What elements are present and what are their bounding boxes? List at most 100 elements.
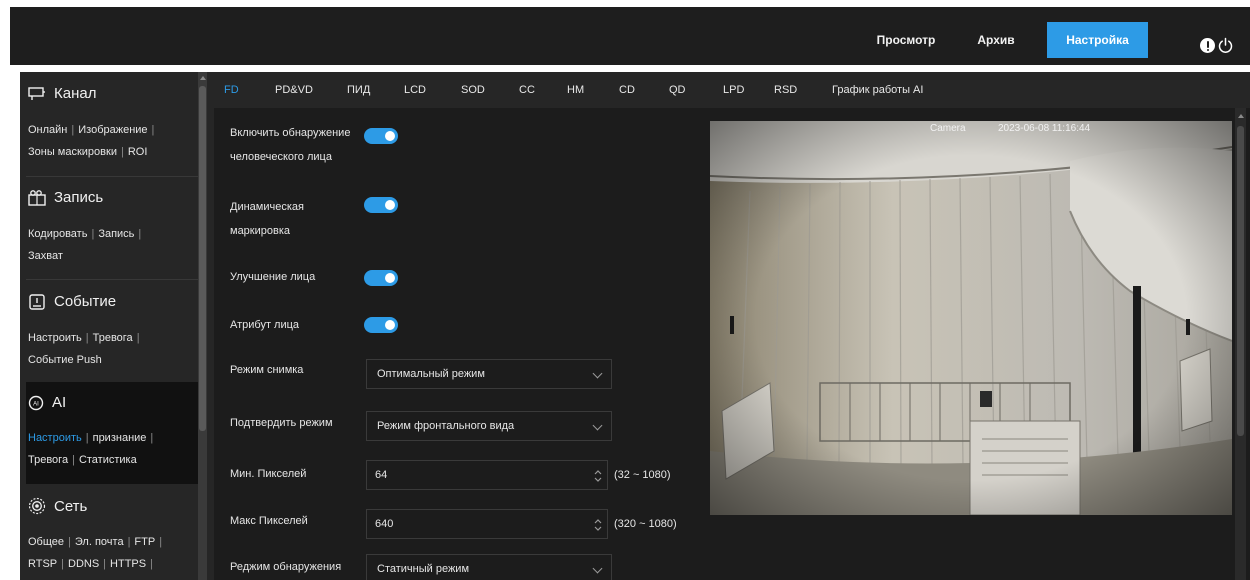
link-encode[interactable]: Кодировать <box>28 228 87 240</box>
alert-icon[interactable] <box>1200 38 1215 53</box>
tab-cd[interactable]: CD <box>619 84 635 96</box>
snap-mode-value: Оптимальный режим <box>377 368 485 380</box>
link-https[interactable]: HTTPS <box>110 558 146 570</box>
camera-image: Camera 2023-06-08 11:16:44 <box>710 121 1232 515</box>
osd-camera-name: Camera <box>930 123 966 134</box>
tab-pdvd[interactable]: PD&VD <box>275 84 313 96</box>
link-ddns[interactable]: DDNS <box>68 558 99 570</box>
sidebar-title-network[interactable]: Сеть <box>28 497 87 515</box>
dynamic-marking-toggle[interactable] <box>364 197 398 213</box>
channel-icon <box>28 86 45 100</box>
min-pixels-stepper-icon[interactable] <box>593 467 603 485</box>
tab-pid[interactable]: ПИД <box>347 84 370 96</box>
face-enhance-toggle[interactable] <box>364 270 398 286</box>
tab-ai-schedule[interactable]: График работы AI <box>832 84 923 96</box>
confirm-mode-select[interactable]: Режим фронтального вида <box>366 411 612 441</box>
link-record[interactable]: Запись <box>98 228 134 240</box>
confirm-mode-value: Режим фронтального вида <box>377 420 515 432</box>
link-ai-setup[interactable]: Настроить <box>28 432 82 444</box>
sidebar-title-record[interactable]: Запись <box>28 189 103 206</box>
sidebar-title-label: Канал <box>54 85 97 102</box>
face-attribute-label: Атрибут лица <box>230 319 300 331</box>
tab-hm[interactable]: HM <box>567 84 584 96</box>
tab-lpd[interactable]: LPD <box>723 84 744 96</box>
ai-icon: AI <box>28 395 44 410</box>
max-pixels-input[interactable]: 640 <box>366 509 608 539</box>
sidebar-links-event: Настроить | Тревога | Событие Push <box>28 332 140 366</box>
event-icon <box>29 293 45 310</box>
tab-qd[interactable]: QD <box>669 84 686 96</box>
tab-fd[interactable]: FD <box>224 84 239 96</box>
chevron-down-icon <box>592 563 603 574</box>
sidebar-scrollbar[interactable] <box>198 72 207 580</box>
network-icon <box>28 497 46 515</box>
link-email[interactable]: Эл. почта <box>75 536 124 548</box>
record-icon <box>28 189 46 206</box>
power-icon[interactable] <box>1217 37 1234 54</box>
min-pixels-range: (32 ~ 1080) <box>614 469 671 481</box>
link-ai-statistics[interactable]: Статистика <box>79 454 137 466</box>
link-online[interactable]: Онлайн <box>28 124 67 136</box>
camera-preview[interactable]: Camera 2023-06-08 11:16:44 <box>710 121 1232 515</box>
sidebar-title-ai[interactable]: AI AI <box>28 394 66 411</box>
min-pixels-value: 64 <box>375 469 388 481</box>
detect-mode-value: Статичный режим <box>377 563 470 575</box>
link-general[interactable]: Общее <box>28 536 64 548</box>
nav-settings[interactable]: Настройка <box>1047 22 1148 58</box>
sidebar-section-ai: AI AI Настроить | признание | Тревога | Стати… <box>26 382 198 484</box>
panel-scrollbar[interactable] <box>1235 108 1246 580</box>
nav-playback[interactable]: Архив <box>964 22 1028 58</box>
link-event-push[interactable]: Событие Push <box>28 354 102 366</box>
link-image[interactable]: Изображение <box>78 124 147 136</box>
max-pixels-label: Макс Пикселей <box>230 515 308 527</box>
fd-settings-panel: Включить обнаружение человеческого лица … <box>214 108 1250 580</box>
min-pixels-label: Мин. Пикселей <box>230 468 307 480</box>
max-pixels-value: 640 <box>375 518 394 530</box>
sidebar-title-label: Запись <box>54 189 104 206</box>
sidebar-section-network: Сеть Общее | Эл. почта | FTP | RTSP | DDNS | HTTP… <box>26 485 198 580</box>
ai-tab-bar: FD PD&VD ПИД LCD SOD CC HM CD QD LPD RSD… <box>208 72 1250 108</box>
detect-mode-select[interactable]: Статичный режим <box>366 554 612 580</box>
nav-live-view[interactable]: Просмотр <box>864 22 948 58</box>
link-capture[interactable]: Захват <box>28 250 63 262</box>
sidebar-section-record: Запись Кодировать | Запись | Захват <box>26 177 198 279</box>
snap-mode-select[interactable]: Оптимальный режим <box>366 359 612 389</box>
min-pixels-input[interactable]: 64 <box>366 460 608 490</box>
tab-rsd[interactable]: RSD <box>774 84 797 96</box>
face-attribute-toggle[interactable] <box>364 317 398 333</box>
svg-text:AI: AI <box>33 401 39 407</box>
sidebar-links-ai: Настроить | признание | Тревога | Статистика <box>28 432 154 466</box>
tab-sod[interactable]: SOD <box>461 84 485 96</box>
sidebar-links-record: Кодировать | Запись | Захват <box>28 228 142 262</box>
link-ai-alarm[interactable]: Тревога <box>28 454 68 466</box>
sidebar-title-channel[interactable]: Канал <box>28 85 96 102</box>
tab-cc[interactable]: CC <box>519 84 535 96</box>
sidebar-title-event[interactable]: Событие <box>28 293 116 310</box>
max-pixels-stepper-icon[interactable] <box>593 516 603 534</box>
link-privacy-mask[interactable]: Зоны маскировки <box>28 146 117 158</box>
detect-mode-label: Реджим обнаружения <box>230 561 342 573</box>
dynamic-marking-label: Динамическая маркировка <box>230 201 304 237</box>
max-pixels-range: (320 ~ 1080) <box>614 518 677 530</box>
face-enhance-label: Улучшение лица <box>230 271 316 283</box>
tab-lcd[interactable]: LCD <box>404 84 426 96</box>
sidebar-section-channel: Канал Онлайн | Изображение | Зоны маскировк… <box>26 72 198 176</box>
link-roi[interactable]: ROI <box>128 146 148 158</box>
sidebar-section-event: Событие Настроить | Тревога | Событие Push <box>26 280 198 381</box>
chevron-down-icon <box>592 368 603 379</box>
osd-timestamp: 2023-06-08 11:16:44 <box>998 123 1091 134</box>
sidebar-title-label: Событие <box>54 293 117 310</box>
link-event-setup[interactable]: Настроить <box>28 332 82 344</box>
link-ftp[interactable]: FTP <box>134 536 155 548</box>
link-ai-recognition[interactable]: признание <box>93 432 147 444</box>
confirm-mode-label: Подтвердить режим <box>230 417 333 429</box>
sidebar-title-label: Сеть <box>54 497 88 515</box>
face-detect-label: Включить обнаружение человеческого лица <box>230 127 351 163</box>
face-detect-toggle[interactable] <box>364 128 398 144</box>
sidebar-scroll-thumb[interactable] <box>199 86 206 431</box>
link-event-alarm[interactable]: Тревога <box>93 332 133 344</box>
link-rtsp[interactable]: RTSP <box>28 558 57 570</box>
panel-scroll-thumb[interactable] <box>1237 126 1244 436</box>
chevron-down-icon <box>592 420 603 431</box>
main-content: FD PD&VD ПИД LCD SOD CC HM CD QD LPD RSD… <box>208 72 1250 580</box>
